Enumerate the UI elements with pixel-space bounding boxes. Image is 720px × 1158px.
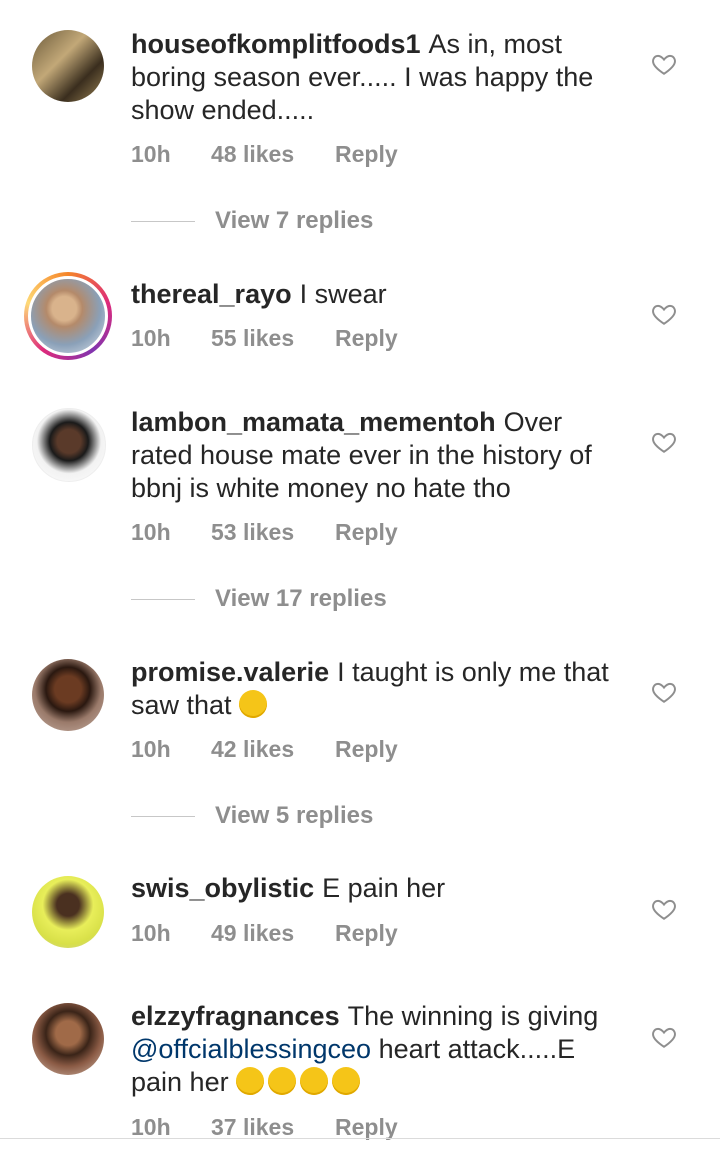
- divider-line: [131, 220, 195, 222]
- comment-likes[interactable]: 37 likes: [211, 1114, 335, 1141]
- comment-time: 10h: [131, 736, 171, 762]
- comment-meta: 10h 55 likes Reply: [131, 325, 398, 352]
- comment-text-before: The winning is giving: [347, 1001, 599, 1031]
- comment-time: 10h: [131, 141, 171, 167]
- reply-button[interactable]: Reply: [335, 141, 398, 168]
- comment-time: 10h: [131, 519, 171, 545]
- tongue-out-emoji: [332, 1067, 361, 1095]
- comment-meta: 10h 48 likes Reply: [131, 141, 398, 168]
- comment-likes[interactable]: 55 likes: [211, 325, 335, 352]
- heart-icon[interactable]: [651, 51, 677, 77]
- heart-icon[interactable]: [651, 679, 677, 705]
- reply-button[interactable]: Reply: [335, 325, 398, 352]
- comment-time: 10h: [131, 325, 171, 351]
- tongue-out-emoji: [300, 1067, 329, 1095]
- tongue-out-emoji: [268, 1067, 297, 1095]
- comment-body: elzzyfragnances The winning is giving @of…: [131, 1000, 631, 1099]
- comment-username[interactable]: elzzyfragnances: [131, 1001, 340, 1031]
- comment-likes[interactable]: 49 likes: [211, 920, 335, 947]
- avatar[interactable]: [24, 272, 112, 360]
- view-replies-button[interactable]: View 7 replies: [131, 207, 373, 235]
- heart-icon[interactable]: [651, 429, 677, 455]
- reply-button[interactable]: Reply: [335, 1114, 398, 1141]
- view-replies-button[interactable]: View 17 replies: [131, 585, 387, 613]
- comment-text: E pain her: [322, 873, 446, 903]
- view-replies-label: View 17 replies: [215, 585, 387, 612]
- comment-username[interactable]: promise.valerie: [131, 657, 329, 687]
- avatar[interactable]: [32, 659, 104, 731]
- comment-meta: 10h 53 likes Reply: [131, 519, 398, 546]
- tears-of-joy-emoji: [239, 690, 268, 718]
- comment-body: houseofkomplitfoods1 As in, most boring s…: [131, 28, 631, 127]
- reply-button[interactable]: Reply: [335, 519, 398, 546]
- comment-text: I swear: [299, 279, 387, 309]
- view-replies-label: View 5 replies: [215, 802, 374, 829]
- comment-username[interactable]: lambon_mamata_mementoh: [131, 407, 496, 437]
- comment-body: thereal_rayo I swear: [131, 278, 631, 311]
- heart-icon[interactable]: [651, 896, 677, 922]
- comment-time: 10h: [131, 1114, 171, 1140]
- view-replies-label: View 7 replies: [215, 207, 374, 234]
- comment-body: lambon_mamata_mementoh Over rated house m…: [131, 406, 631, 505]
- comment-username[interactable]: thereal_rayo: [131, 279, 292, 309]
- avatar[interactable]: [32, 876, 104, 948]
- mention-link[interactable]: @offcialblessingceo: [131, 1034, 371, 1064]
- heart-icon[interactable]: [651, 301, 677, 327]
- view-replies-button[interactable]: View 5 replies: [131, 802, 373, 830]
- bottom-divider: [0, 1138, 720, 1139]
- comment-body: promise.valerie I taught is only me that …: [131, 656, 631, 722]
- heart-icon[interactable]: [651, 1024, 677, 1050]
- reply-button[interactable]: Reply: [335, 736, 398, 763]
- comment-username[interactable]: swis_obylistic: [131, 873, 314, 903]
- comment-time: 10h: [131, 920, 171, 946]
- avatar[interactable]: [32, 1003, 104, 1075]
- comment-username[interactable]: houseofkomplitfoods1: [131, 29, 421, 59]
- divider-line: [131, 815, 195, 817]
- avatar[interactable]: [32, 30, 104, 102]
- comment-meta: 10h 49 likes Reply: [131, 920, 398, 947]
- comment-likes[interactable]: 42 likes: [211, 736, 335, 763]
- comment-likes[interactable]: 53 likes: [211, 519, 335, 546]
- avatar[interactable]: [32, 408, 106, 482]
- tongue-out-emoji: [236, 1067, 265, 1095]
- divider-line: [131, 598, 195, 600]
- comment-likes[interactable]: 48 likes: [211, 141, 335, 168]
- comment-body: swis_obylistic E pain her: [131, 872, 631, 905]
- comment-meta: 10h 42 likes Reply: [131, 736, 398, 763]
- comment-meta: 10h 37 likes Reply: [131, 1114, 398, 1141]
- reply-button[interactable]: Reply: [335, 920, 398, 947]
